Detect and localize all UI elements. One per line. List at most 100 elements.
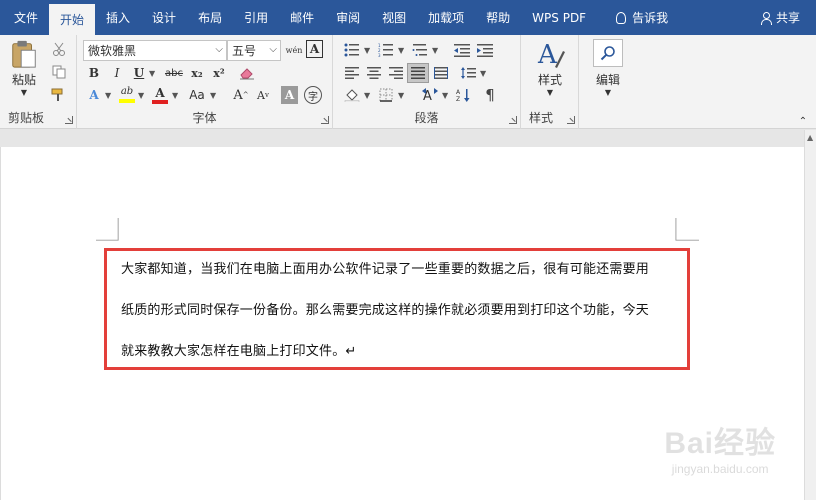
text-effects-button[interactable]: A (84, 85, 104, 105)
line-spacing-icon (461, 67, 476, 79)
font-name-select[interactable]: 微软雅黑 ⌵ (83, 40, 227, 61)
character-shading-icon: A (284, 88, 295, 102)
styles-launcher-icon[interactable] (567, 116, 575, 124)
tab-file[interactable]: 文件 (0, 0, 49, 35)
shading-dropdown-icon[interactable]: ▼ (364, 91, 370, 100)
align-right-button[interactable] (385, 63, 407, 83)
subscript-button[interactable]: x₂ (187, 63, 207, 83)
character-border-button[interactable]: A (306, 40, 323, 58)
shading-button[interactable] (341, 85, 363, 105)
clipboard-launcher-icon[interactable] (65, 116, 73, 124)
paragraph-launcher-icon[interactable] (509, 116, 517, 124)
underline-button[interactable]: U (129, 63, 149, 83)
grow-font-button[interactable]: A ^ (231, 85, 251, 105)
margin-corner-top-right (675, 218, 699, 241)
styles-group: A 样式 ▼ 样式 (521, 35, 579, 129)
margin-corner-top-left (96, 218, 119, 241)
bullets-icon (344, 43, 359, 57)
character-border-icon: A (309, 42, 320, 56)
align-left-icon (345, 67, 359, 79)
character-shading-button[interactable]: A (281, 86, 298, 104)
document-line-3[interactable]: 就来教教大家怎样在电脑上打印文件。↵ (121, 340, 357, 359)
increase-indent-button[interactable] (474, 40, 496, 60)
editing-button[interactable]: 编辑 ▼ (587, 39, 629, 103)
styles-button[interactable]: A 样式 ▼ (527, 39, 573, 103)
eraser-icon (240, 68, 254, 80)
phonetic-guide-button[interactable]: wén (284, 40, 304, 60)
borders-button[interactable] (375, 85, 397, 105)
chinese-layout-button[interactable]: A (419, 85, 441, 105)
underline-dropdown-icon[interactable]: ▼ (149, 69, 155, 78)
paragraph-group: ▼ 123 ▼ ▼ ▼ ▼ ▼ A ▼ A Z ¶ 段落 (333, 35, 521, 129)
share-button[interactable]: 共享 (749, 0, 816, 35)
highlight-button[interactable]: ab (117, 85, 137, 105)
subscript-icon: x₂ (191, 66, 203, 80)
collapse-ribbon-button[interactable]: ⌃ (796, 115, 810, 127)
multilevel-list-button[interactable] (409, 40, 431, 60)
bullets-button[interactable] (341, 40, 363, 60)
share-label: 共享 (775, 11, 800, 25)
format-painter-button[interactable] (48, 85, 70, 105)
borders-dropdown-icon[interactable]: ▼ (398, 91, 404, 100)
tab-view[interactable]: 视图 (371, 0, 417, 35)
sort-icon: AZ (456, 89, 470, 102)
paste-button[interactable]: 粘贴 ▼ (6, 39, 42, 97)
italic-button[interactable]: I (107, 63, 127, 83)
bullets-dropdown-icon[interactable]: ▼ (364, 46, 370, 55)
tab-layout[interactable]: 布局 (187, 0, 233, 35)
tab-design[interactable]: 设计 (141, 0, 187, 35)
tab-insert[interactable]: 插入 (95, 0, 141, 35)
tab-help[interactable]: 帮助 (475, 0, 521, 35)
vertical-scrollbar[interactable]: ▲ (804, 130, 816, 500)
strikethrough-icon: abc (165, 67, 183, 79)
highlighter-icon: ab (120, 86, 134, 97)
shrink-font-button[interactable]: Av (253, 85, 273, 105)
justify-button[interactable] (407, 63, 429, 83)
change-case-button[interactable]: Aa (184, 85, 210, 105)
word-window: 文件 开始 插入 设计 布局 引用 邮件 审阅 视图 加载项 帮助 WPS PD… (0, 0, 816, 500)
document-line-2[interactable]: 纸质的形式同时保存一份备份。那么需要完成这样的操作就必须要用到打印这个功能，今天 (121, 299, 649, 318)
bold-button[interactable]: B (84, 63, 104, 83)
strikethrough-button[interactable]: abc (161, 63, 187, 83)
font-color-button[interactable]: A (150, 85, 170, 105)
text-effects-dropdown-icon[interactable]: ▼ (105, 91, 111, 100)
tab-references[interactable]: 引用 (233, 0, 279, 35)
copy-button[interactable] (48, 62, 70, 82)
line-spacing-dropdown-icon[interactable]: ▼ (480, 69, 486, 78)
font-launcher-icon[interactable] (321, 116, 329, 124)
font-group-label: 字体 (192, 111, 217, 125)
tab-wps-pdf[interactable]: WPS PDF (521, 0, 597, 35)
sort-button[interactable]: AZ (453, 85, 475, 105)
svg-text:A: A (456, 89, 461, 96)
align-left-button[interactable] (341, 63, 363, 83)
scroll-up-icon[interactable]: ▲ (807, 133, 813, 142)
line-spacing-button[interactable] (457, 63, 479, 83)
multilevel-dropdown-icon[interactable]: ▼ (432, 46, 438, 55)
enclose-characters-button[interactable]: 字 (304, 86, 322, 104)
superscript-icon: x² (213, 66, 225, 80)
align-center-button[interactable] (363, 63, 385, 83)
numbering-button[interactable]: 123 (375, 40, 397, 60)
numbering-dropdown-icon[interactable]: ▼ (398, 46, 404, 55)
tell-me-button[interactable]: 告诉我 (605, 0, 679, 35)
tab-home[interactable]: 开始 (49, 4, 96, 35)
enclose-characters-icon: 字 (308, 91, 318, 103)
tab-addins[interactable]: 加载项 (417, 0, 475, 35)
cut-button[interactable] (48, 39, 70, 59)
distributed-button[interactable] (430, 63, 452, 83)
font-color-dropdown-icon[interactable]: ▼ (172, 91, 178, 100)
chinese-layout-dropdown-icon[interactable]: ▼ (442, 91, 448, 100)
change-case-dropdown-icon[interactable]: ▼ (210, 91, 216, 100)
show-marks-button[interactable]: ¶ (479, 85, 501, 105)
superscript-button[interactable]: x² (209, 63, 229, 83)
tab-mailings[interactable]: 邮件 (279, 0, 325, 35)
tab-review[interactable]: 审阅 (325, 0, 371, 35)
clear-formatting-button[interactable] (237, 63, 257, 83)
document-line-1[interactable]: 大家都知道，当我们在电脑上面用办公软件记录了一些重要的数据之后，很有可能还需要用 (121, 258, 649, 277)
decrease-indent-button[interactable] (451, 40, 473, 60)
font-size-select[interactable]: 五号 ⌵ (227, 40, 281, 61)
justify-icon (411, 67, 425, 79)
lightbulb-icon (616, 11, 627, 24)
chinese-layout-icon: A (422, 88, 438, 102)
highlight-dropdown-icon[interactable]: ▼ (138, 91, 144, 100)
